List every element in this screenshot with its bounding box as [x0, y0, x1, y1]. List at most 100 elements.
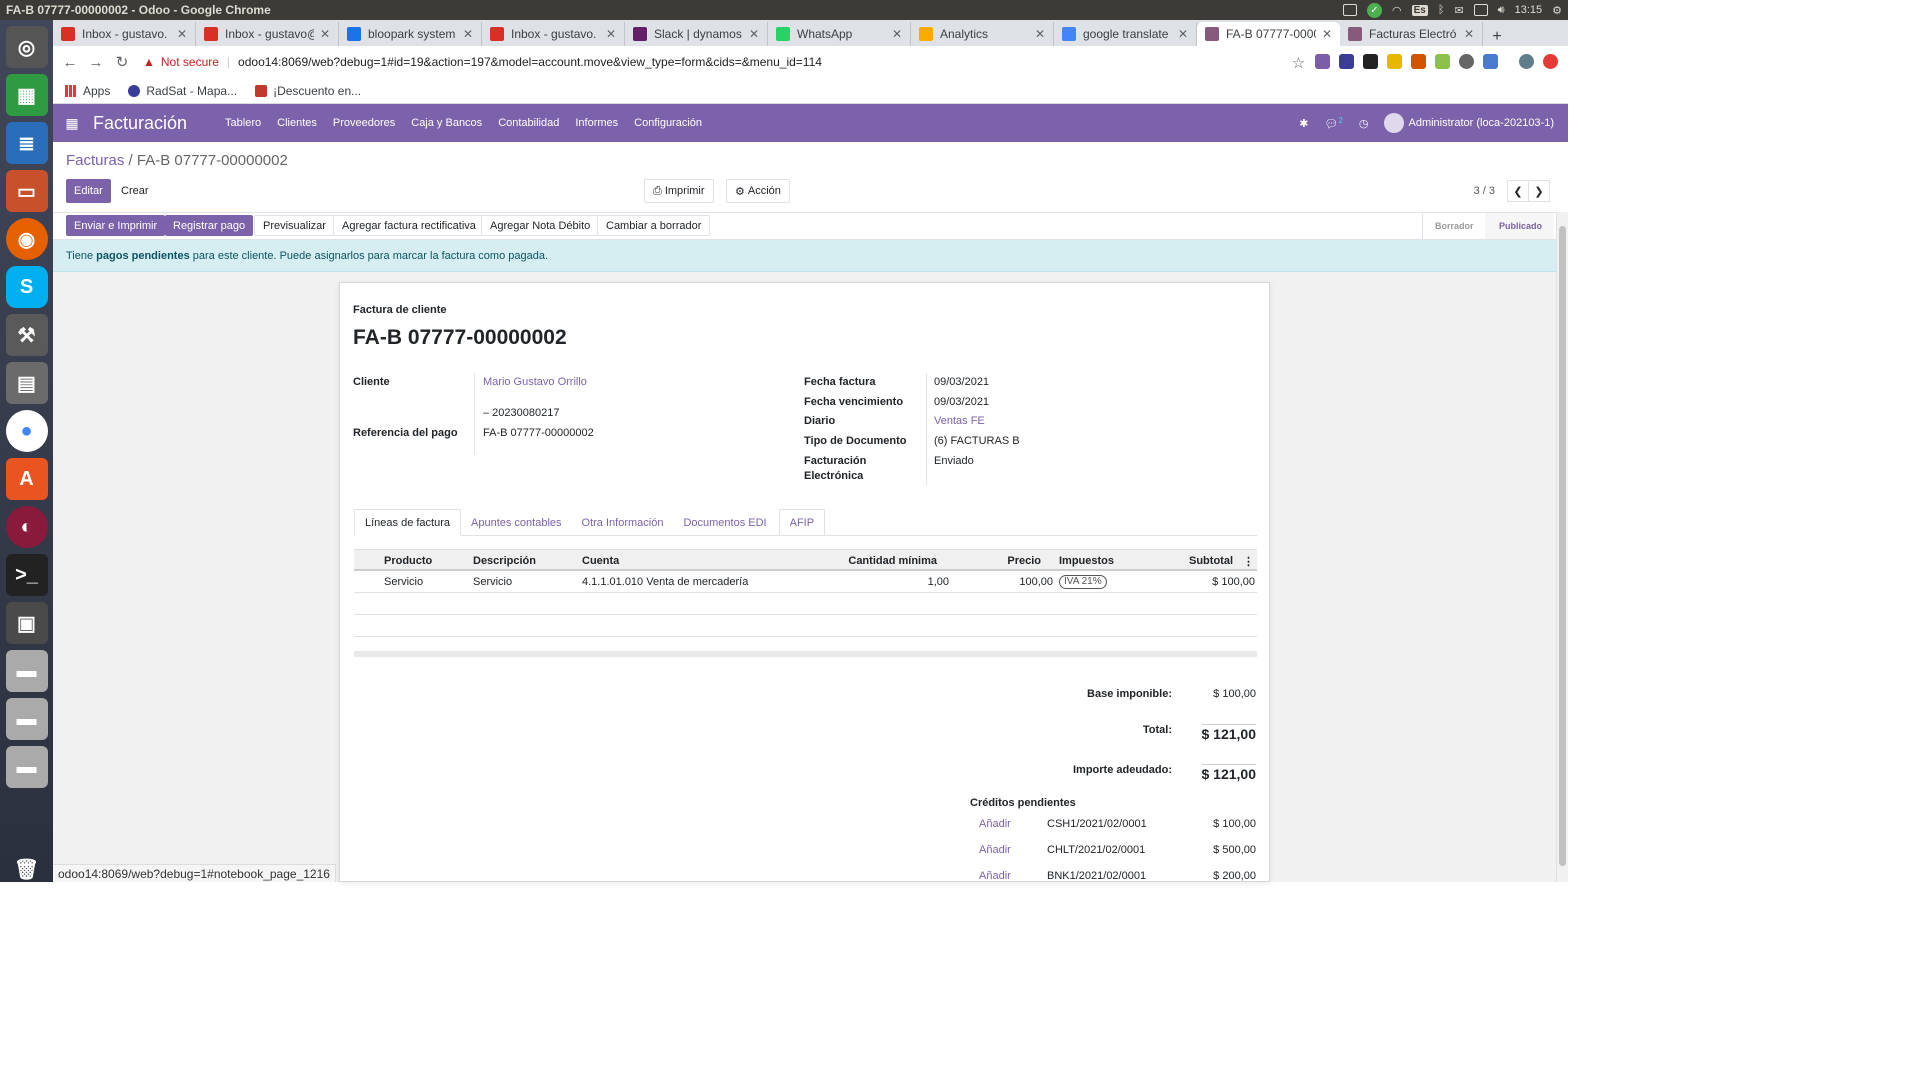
debug-bug-icon[interactable]: ✱ [1299, 117, 1308, 130]
close-tab-icon[interactable]: ✕ [749, 27, 759, 41]
extension-icon-5[interactable] [1411, 54, 1426, 69]
add-credit-link[interactable]: Añadir [979, 818, 1011, 830]
battery-icon[interactable] [1473, 4, 1488, 16]
close-tab-icon[interactable]: ✕ [320, 27, 330, 41]
add-credit-note-button[interactable]: Agregar factura rectificativa [333, 215, 485, 236]
security-indicator[interactable]: Not secure [161, 55, 219, 69]
edit-button[interactable]: Editar [66, 179, 111, 203]
trash-icon[interactable]: 🗑︎ [6, 848, 48, 890]
col-subtotal[interactable]: Subtotal [1189, 550, 1233, 572]
impress-app-icon[interactable]: ▭ [5, 170, 48, 212]
tab-documentos-edi[interactable]: Documentos EDI [673, 509, 776, 536]
extension-icon-1[interactable] [1315, 54, 1330, 69]
browser-tab[interactable]: Analytics ✕ [911, 22, 1054, 46]
bookmark-star-icon[interactable]: ☆ [1291, 54, 1306, 72]
add-credit-link[interactable]: Añadir [979, 870, 1011, 882]
menu-proveedores[interactable]: Proveedores [333, 117, 395, 129]
col-cantidad[interactable]: Cantidad mínima [848, 550, 937, 572]
reload-icon[interactable]: ↻ [109, 53, 135, 71]
browser-tab[interactable]: Inbox - gustavo@ ✕ [196, 22, 339, 46]
app-title[interactable]: Facturación [93, 113, 187, 134]
system-tools-icon[interactable]: ⚒ [5, 314, 48, 356]
update-alert-icon[interactable] [1543, 54, 1558, 69]
menu-tablero[interactable]: Tablero [225, 117, 261, 129]
close-tab-icon[interactable]: ✕ [1178, 27, 1188, 41]
browser-tab[interactable]: WhatsApp ✕ [768, 22, 911, 46]
address-bar[interactable]: ▲ Not secure | odoo14:8069/web?debug=1#i… [143, 49, 1343, 75]
clock[interactable]: 13:15 [1515, 4, 1543, 16]
add-debit-note-button[interactable]: Agregar Nota Débito [481, 215, 600, 236]
table-row[interactable]: Servicio Servicio 4.1.1.01.010 Venta de … [354, 571, 1257, 593]
app-menu-grid-icon[interactable]: ▦ [59, 115, 85, 132]
ubuntu-dash-icon[interactable]: ◎ [5, 26, 48, 68]
send-print-button[interactable]: Enviar e Imprimir [66, 215, 166, 236]
pager-next-icon[interactable]: ❯ [1528, 180, 1550, 202]
bookmark-radsat[interactable]: RadSat - Mapa... [128, 84, 237, 98]
extension-icon-3[interactable] [1363, 54, 1378, 69]
skype-icon[interactable]: S [5, 266, 48, 308]
tab-otra-informacion[interactable]: Otra Información [572, 509, 674, 536]
close-tab-icon[interactable]: ✕ [1322, 27, 1332, 41]
menu-caja-bancos[interactable]: Caja y Bancos [411, 117, 482, 129]
action-button[interactable]: ⚙ Acción [726, 179, 790, 203]
settings-gear-icon[interactable]: ⚙ [1552, 4, 1562, 17]
close-tab-icon[interactable]: ✕ [1464, 27, 1474, 41]
col-impuestos[interactable]: Impuestos [1059, 550, 1114, 572]
sphere-app-icon[interactable]: ◐ [5, 506, 48, 548]
workspace-switcher-icon[interactable]: ▣ [5, 602, 48, 644]
menu-contabilidad[interactable]: Contabilidad [498, 117, 559, 129]
bookmark-descuento[interactable]: ¡Descuento en... [255, 84, 361, 98]
display-icon[interactable] [1342, 4, 1357, 16]
software-center-icon[interactable]: A [5, 458, 48, 500]
volume-icon[interactable]: 🔊︎ [1498, 4, 1505, 17]
drive-icon-2[interactable]: ▬ [5, 698, 48, 740]
pager-value[interactable]: 3 / 3 [1474, 185, 1495, 197]
wifi-icon[interactable]: ◠ [1392, 4, 1402, 17]
browser-tab[interactable]: google translate ✕ [1054, 22, 1197, 46]
browser-tab[interactable]: FA-B 07777-0000 ✕ [1197, 22, 1340, 46]
terminal-icon[interactable]: >_ [5, 554, 48, 596]
extension-icon-6[interactable] [1435, 54, 1450, 69]
bookmark-apps[interactable]: Apps [65, 84, 110, 98]
extension-icon-4[interactable] [1387, 54, 1402, 69]
firefox-icon[interactable]: ◉ [5, 218, 48, 260]
close-tab-icon[interactable]: ✕ [1035, 27, 1045, 41]
register-payment-button[interactable]: Registrar pago [165, 215, 254, 236]
optional-columns-icon[interactable]: ⋮ [1243, 550, 1254, 572]
chat-icon[interactable]: 💬︎2 [1324, 116, 1342, 131]
mail-icon[interactable]: ✉ [1454, 4, 1463, 17]
bluetooth-icon[interactable]: ᛒ [1438, 4, 1445, 16]
extension-icon-8[interactable] [1483, 54, 1498, 69]
activity-clock-icon[interactable]: ◷ [1359, 117, 1369, 130]
tab-apuntes-contables[interactable]: Apuntes contables [461, 509, 572, 536]
menu-informes[interactable]: Informes [575, 117, 618, 129]
forward-icon[interactable]: → [83, 54, 109, 71]
browser-tab[interactable]: bloopark system ✕ [339, 22, 482, 46]
extension-icon-7[interactable] [1459, 54, 1474, 69]
spreadsheet-app-icon[interactable]: ▦ [5, 74, 48, 116]
preview-button[interactable]: Previsualizar [254, 215, 335, 236]
profile-avatar-icon[interactable] [1519, 54, 1534, 69]
col-producto[interactable]: Producto [384, 550, 432, 572]
reset-to-draft-button[interactable]: Cambiar a borrador [597, 215, 711, 236]
close-tab-icon[interactable]: ✕ [463, 27, 473, 41]
tab-lineas-factura[interactable]: Líneas de factura [354, 509, 462, 536]
scrollbar-thumb[interactable] [1559, 226, 1566, 866]
tab-afip[interactable]: AFIP [778, 509, 826, 536]
print-button[interactable]: ⎙ Imprimir [644, 179, 714, 203]
url-text[interactable]: odoo14:8069/web?debug=1#id=19&action=197… [238, 55, 822, 69]
col-descripcion[interactable]: Descripción [473, 550, 536, 572]
close-tab-icon[interactable]: ✕ [892, 27, 902, 41]
customer-link[interactable]: Mario Gustavo Orrillo [483, 376, 587, 388]
browser-tab[interactable]: Inbox - gustavo. ✕ [53, 22, 196, 46]
journal-link[interactable]: Ventas FE [934, 415, 985, 427]
user-menu[interactable]: Administrator (loca-202103-1) [1384, 113, 1554, 133]
menu-configuracion[interactable]: Configuración [634, 117, 702, 129]
close-tab-icon[interactable]: ✕ [177, 27, 187, 41]
back-icon[interactable]: ← [57, 54, 83, 71]
writer-app-icon[interactable]: ≣ [5, 122, 48, 164]
chrome-icon[interactable]: ● [5, 410, 48, 452]
col-cuenta[interactable]: Cuenta [582, 550, 619, 572]
menu-clientes[interactable]: Clientes [277, 117, 317, 129]
add-credit-link[interactable]: Añadir [979, 844, 1011, 856]
